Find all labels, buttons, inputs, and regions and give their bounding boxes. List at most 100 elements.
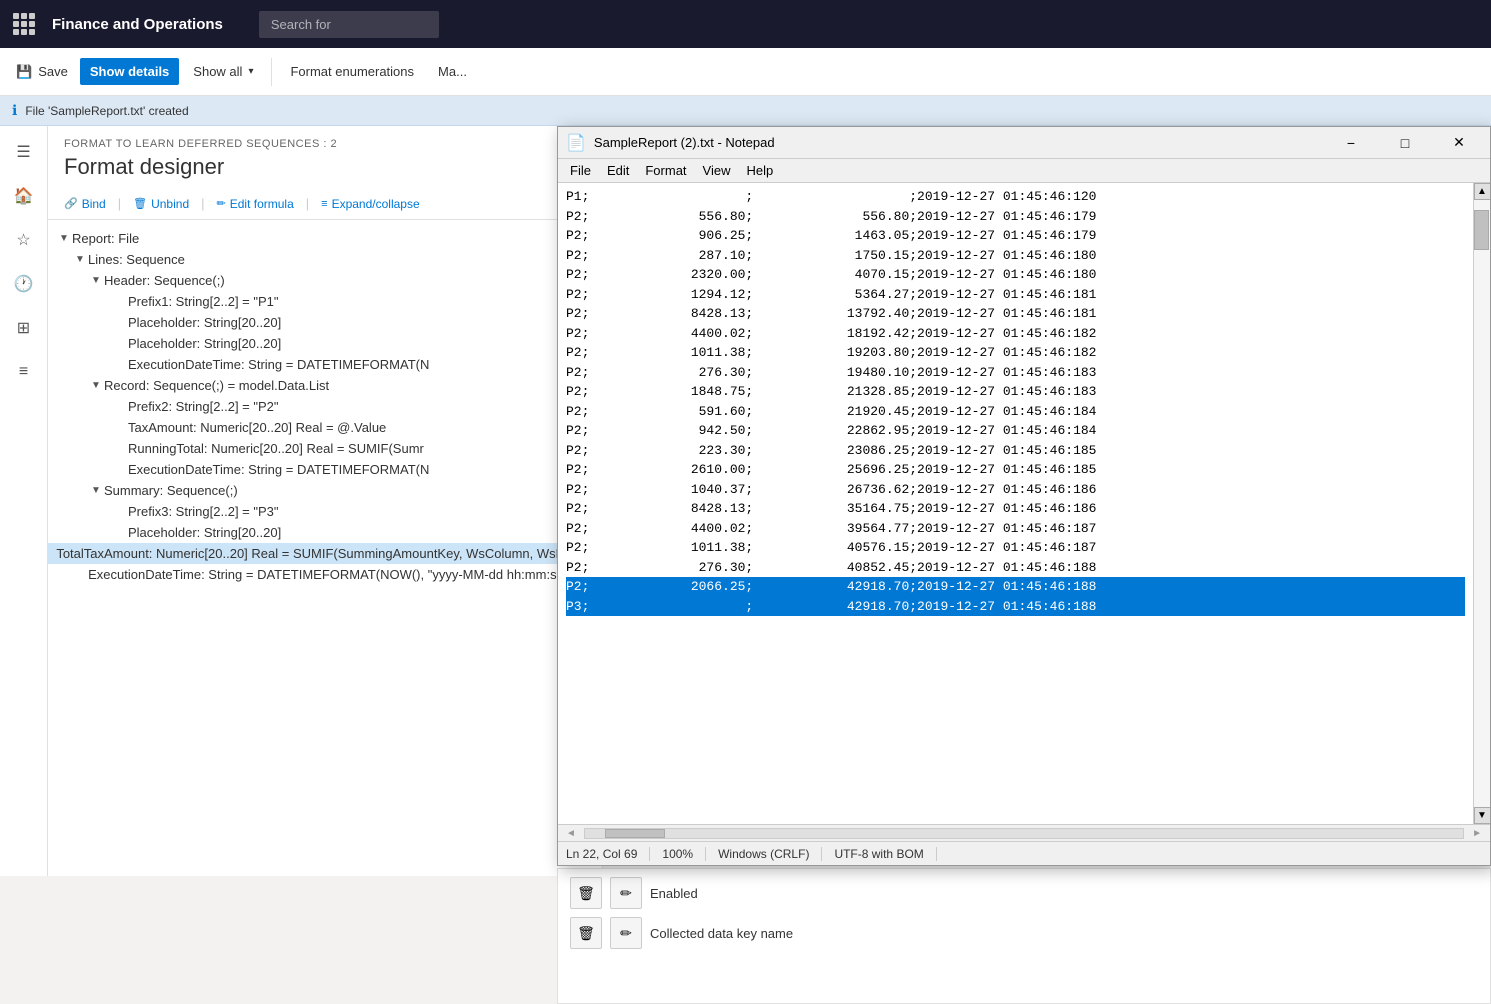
tree-item[interactable]: ExecutionDateTime: String = DATETIMEFORM… <box>48 354 602 375</box>
cursor-position: Ln 22, Col 69 <box>566 847 650 861</box>
main-toolbar: 💾 Save Show details Show all ▾ Format en… <box>0 48 1491 96</box>
tree-label: Placeholder: String[20..20] <box>128 525 281 540</box>
vertical-scrollbar[interactable]: ▲ ▼ <box>1473 183 1490 824</box>
tree-item[interactable]: RunningTotal: Numeric[20..20] Real = SUM… <box>48 438 602 459</box>
tree-item[interactable]: ExecutionDateTime: String = DATETIMEFORM… <box>48 564 602 585</box>
tree-item[interactable]: ▼Report: File <box>48 228 602 249</box>
tree-item[interactable]: TaxAmount: Numeric[20..20] Real = @.Valu… <box>48 417 602 438</box>
show-all-button[interactable]: Show all ▾ <box>183 58 263 85</box>
chevron-down-icon: ▾ <box>248 66 253 77</box>
notepad-title: SampleReport (2).txt - Notepad <box>594 135 1320 150</box>
nav-workspaces-icon[interactable]: ⊞ <box>6 310 42 346</box>
tree-item[interactable]: Prefix2: String[2..2] = "P2" <box>48 396 602 417</box>
tree-item[interactable]: Placeholder: String[20..20] <box>48 333 602 354</box>
scroll-thumb[interactable] <box>1474 210 1489 250</box>
show-details-button[interactable]: Show details <box>80 58 179 85</box>
code-line: P2; 8428.13; 13792.40;2019-12-27 01:45:4… <box>566 304 1465 324</box>
code-line: P2; 223.30; 23086.25;2019-12-27 01:45:46… <box>566 441 1465 461</box>
notepad-text-area[interactable]: P1; ; ;2019-12-27 01:45:46:120P2; 556.80… <box>558 183 1473 824</box>
code-line: P2; 4400.02; 39564.77;2019-12-27 01:45:4… <box>566 519 1465 539</box>
code-line: P2; 1011.38; 40576.15;2019-12-27 01:45:4… <box>566 538 1465 558</box>
save-button[interactable]: 💾 Save <box>8 58 76 86</box>
code-line: P2; 1294.12; 5364.27;2019-12-27 01:45:46… <box>566 285 1465 305</box>
tree-item[interactable]: ▼Summary: Sequence(;) <box>48 480 602 501</box>
tree-arrow-icon: ▼ <box>56 233 72 244</box>
manage-button[interactable]: Ma... <box>428 58 477 85</box>
code-line: P2; 1040.37; 26736.62;2019-12-27 01:45:4… <box>566 480 1465 500</box>
grid-menu-icon[interactable] <box>12 12 36 36</box>
unbind-icon: 🗑 <box>133 197 147 210</box>
info-bar: ℹ File 'SampleReport.txt' created <box>0 96 1491 126</box>
code-line: P2; 4400.02; 18192.42;2019-12-27 01:45:4… <box>566 324 1465 344</box>
key-edit-button[interactable]: ✏ <box>610 917 642 949</box>
code-line: P2; 942.50; 22862.95;2019-12-27 01:45:46… <box>566 421 1465 441</box>
scroll-track[interactable] <box>1474 200 1490 807</box>
nav-favorites-icon[interactable]: ☆ <box>6 222 42 258</box>
code-line: P2; 276.30; 40852.45;2019-12-27 01:45:46… <box>566 558 1465 578</box>
format-enumerations-button[interactable]: Format enumerations <box>280 58 424 85</box>
code-line: P2; 276.30; 19480.10;2019-12-27 01:45:46… <box>566 363 1465 383</box>
menu-item-help[interactable]: Help <box>738 161 781 180</box>
code-line: P2; 287.10; 1750.15;2019-12-27 01:45:46:… <box>566 246 1465 266</box>
toolbar-separator <box>271 58 272 86</box>
tree-item[interactable]: ▼Header: Sequence(;) <box>48 270 602 291</box>
key-delete-button[interactable]: 🗑 <box>570 917 602 949</box>
unbind-link[interactable]: 🗑 Unbind <box>133 197 189 211</box>
tree-item[interactable]: Placeholder: String[20..20] <box>48 312 602 333</box>
expand-collapse-link[interactable]: ≡ Expand/collapse <box>321 197 419 211</box>
nav-home-icon[interactable]: 🏠 <box>6 178 42 214</box>
tree-item[interactable]: ▼Lines: Sequence <box>48 249 602 270</box>
info-message: File 'SampleReport.txt' created <box>25 104 188 118</box>
tree-item[interactable]: Placeholder: String[20..20] <box>48 522 602 543</box>
search-input[interactable] <box>259 11 439 38</box>
code-line: P2; 556.80; 556.80;2019-12-27 01:45:46:1… <box>566 207 1465 227</box>
menu-item-format[interactable]: Format <box>637 161 694 180</box>
tree-label: TotalTaxAmount: Numeric[20..20] Real = S… <box>56 546 586 561</box>
code-line: P3; ; 42918.70;2019-12-27 01:45:46:188 <box>566 597 1465 617</box>
minimize-button[interactable]: − <box>1328 127 1374 159</box>
scroll-down-button[interactable]: ▼ <box>1474 807 1491 824</box>
scroll-left-button[interactable]: ◄ <box>566 828 576 839</box>
maximize-button[interactable]: □ <box>1382 127 1428 159</box>
enabled-label: Enabled <box>650 886 698 901</box>
edit-formula-link[interactable]: ✏ Edit formula <box>217 197 294 211</box>
nav-modules-icon[interactable]: ≡ <box>6 354 42 390</box>
tree-arrow-icon: ▼ <box>88 485 104 496</box>
nav-hamburger-icon[interactable]: ☰ <box>6 134 42 170</box>
notepad-content: P1; ; ;2019-12-27 01:45:46:120P2; 556.80… <box>558 183 1490 824</box>
code-line: P2; 591.60; 21920.45;2019-12-27 01:45:46… <box>566 402 1465 422</box>
save-icon: 💾 <box>16 64 32 80</box>
h-scroll-thumb[interactable] <box>605 829 665 838</box>
menu-item-file[interactable]: File <box>562 161 599 180</box>
tree-item[interactable]: TotalTaxAmount: Numeric[20..20] Real = S… <box>48 543 602 564</box>
code-line: P2; 8428.13; 35164.75;2019-12-27 01:45:4… <box>566 499 1465 519</box>
code-line: P2; 2066.25; 42918.70;2019-12-27 01:45:4… <box>566 577 1465 597</box>
collected-key-row: 🗑 ✏ Collected data key name <box>570 917 1478 949</box>
info-icon: ℹ <box>12 102 17 119</box>
tree-label: RunningTotal: Numeric[20..20] Real = SUM… <box>128 441 424 456</box>
tree-item[interactable]: ▼Record: Sequence(;) = model.Data.List <box>48 375 602 396</box>
designer-panel: FORMAT TO LEARN DEFERRED SEQUENCES : 2 F… <box>48 126 603 876</box>
edit-formula-icon: ✏ <box>217 197 226 210</box>
close-button[interactable]: ✕ <box>1436 127 1482 159</box>
menu-item-view[interactable]: View <box>695 161 739 180</box>
code-line: P1; ; ;2019-12-27 01:45:46:120 <box>566 187 1465 207</box>
tree-label: ExecutionDateTime: String = DATETIMEFORM… <box>128 357 429 372</box>
menu-item-edit[interactable]: Edit <box>599 161 637 180</box>
tree-arrow-icon: ▼ <box>72 254 88 265</box>
horizontal-scrollbar[interactable] <box>584 828 1464 839</box>
enabled-edit-button[interactable]: ✏ <box>610 877 642 909</box>
zoom-level: 100% <box>650 847 706 861</box>
tree-item[interactable]: Prefix1: String[2..2] = "P1" <box>48 291 602 312</box>
designer-header: FORMAT TO LEARN DEFERRED SEQUENCES : 2 F… <box>48 126 602 188</box>
tree-item[interactable]: ExecutionDateTime: String = DATETIMEFORM… <box>48 459 602 480</box>
tree-item[interactable]: Prefix3: String[2..2] = "P3" <box>48 501 602 522</box>
nav-recent-icon[interactable]: 🕐 <box>6 266 42 302</box>
code-line: P2; 2610.00; 25696.25;2019-12-27 01:45:4… <box>566 460 1465 480</box>
bind-link[interactable]: 🔗 Bind <box>64 197 106 211</box>
scroll-right-button[interactable]: ► <box>1472 828 1482 839</box>
enabled-delete-button[interactable]: 🗑 <box>570 877 602 909</box>
enabled-row: 🗑 ✏ Enabled <box>570 877 1478 909</box>
tree-label: Summary: Sequence(;) <box>104 483 238 498</box>
scroll-up-button[interactable]: ▲ <box>1474 183 1491 200</box>
